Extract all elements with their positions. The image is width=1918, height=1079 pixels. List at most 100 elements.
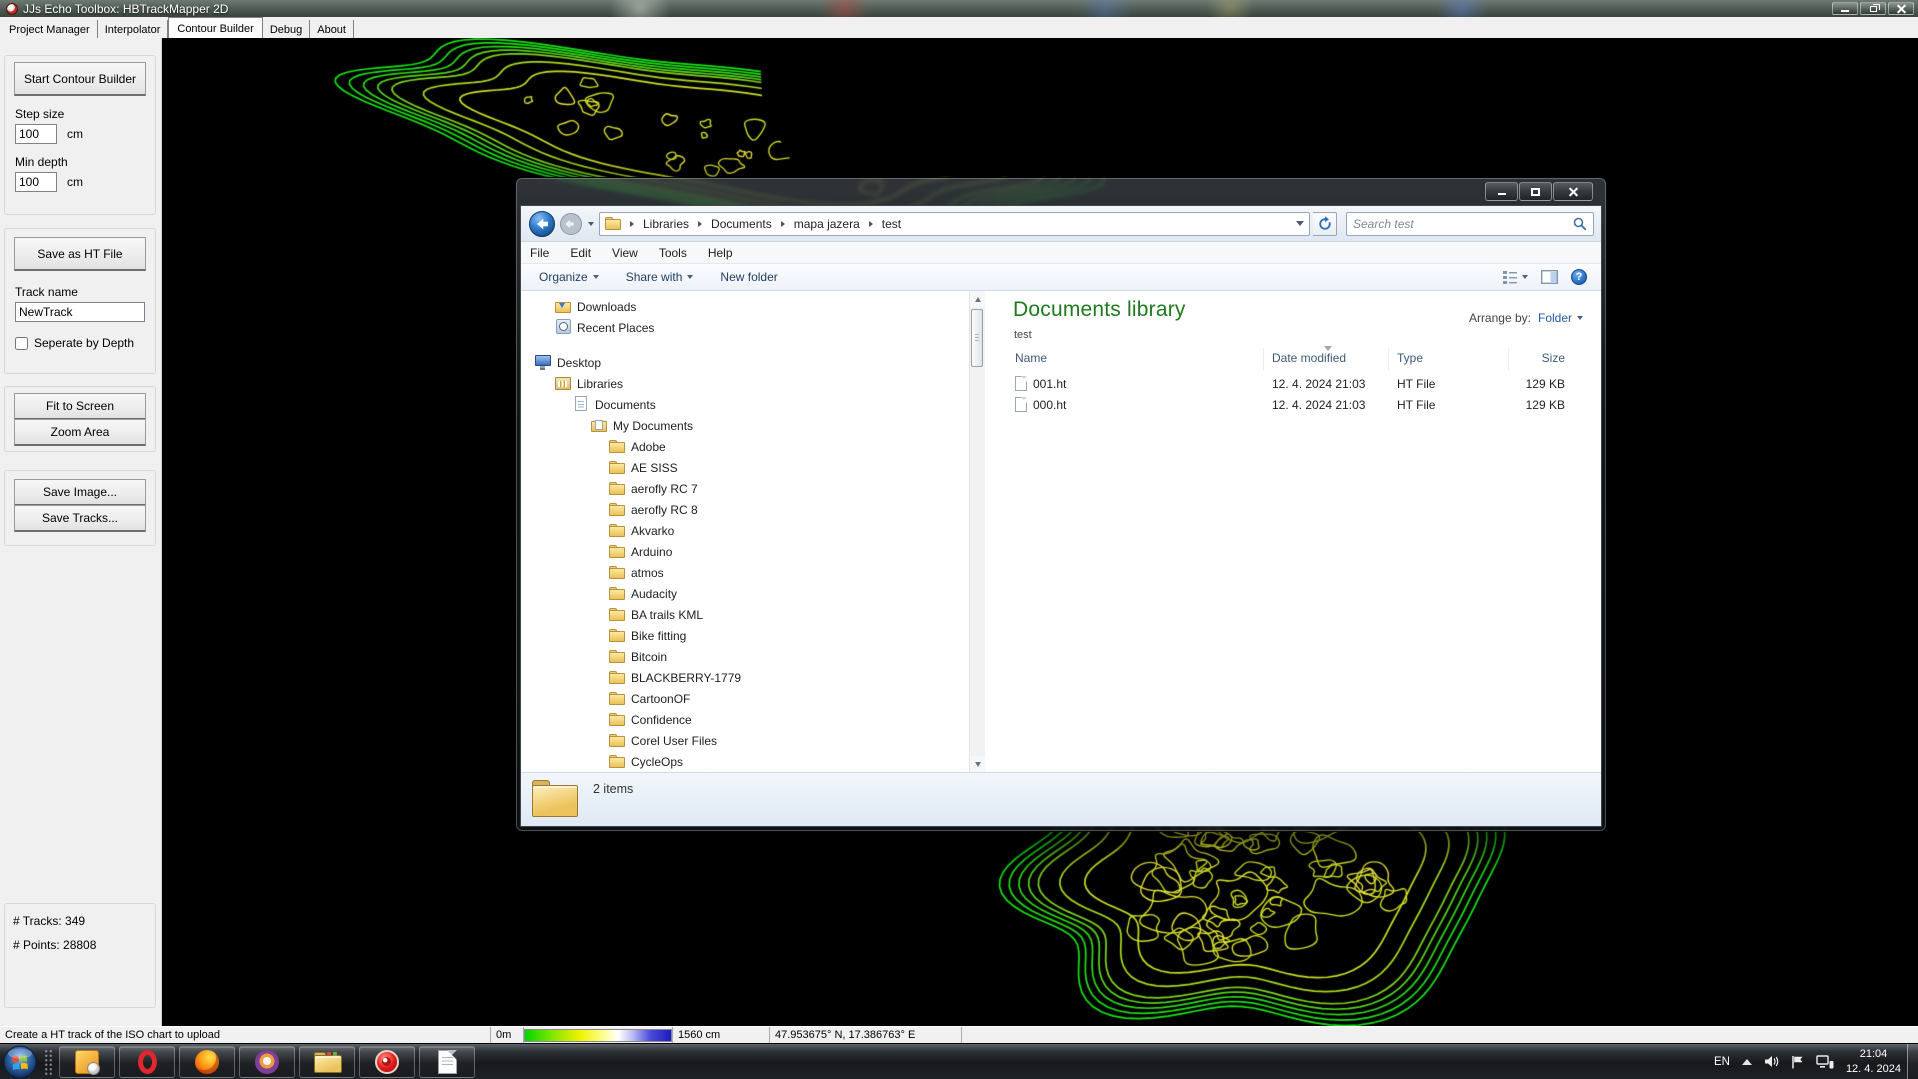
tree-item-ae-siss[interactable]: AE SISS — [521, 457, 985, 478]
search-input[interactable] — [1353, 217, 1573, 231]
tree-item-cycleops[interactable]: CycleOps — [521, 751, 985, 772]
history-dropdown-icon[interactable] — [588, 222, 594, 226]
tree-item-audacity[interactable]: Audacity — [521, 583, 985, 604]
tree-item-desktop[interactable]: Desktop — [521, 352, 985, 373]
start-button[interactable] — [2, 1044, 38, 1079]
tree-item-my-documents[interactable]: My Documents — [521, 415, 985, 436]
share-with-button[interactable]: Share with — [626, 270, 694, 284]
tree-item-blackberry-1779[interactable]: BLACKBERRY-1779 — [521, 667, 985, 688]
refresh-button[interactable] — [1313, 212, 1337, 236]
app-titlebar[interactable]: JJs Echo Toolbox: HBTrackMapper 2D — [0, 0, 1918, 17]
fit-to-screen-button[interactable]: Fit to Screen — [14, 393, 146, 420]
column-date-modified[interactable]: Date modified — [1264, 348, 1389, 370]
menu-help[interactable]: Help — [708, 246, 733, 260]
breadcrumb-mapa-jazera[interactable]: mapa jazera — [792, 217, 862, 231]
show-desktop-button[interactable] — [1907, 1044, 1918, 1079]
search-icon[interactable] — [1573, 217, 1587, 231]
forward-button[interactable] — [559, 212, 583, 236]
taskbar-app-outlook[interactable] — [59, 1046, 115, 1078]
tree-item-ba-trails-kml[interactable]: BA trails KML — [521, 604, 985, 625]
change-view-button[interactable] — [1502, 270, 1528, 284]
show-hidden-icons-icon[interactable] — [1742, 1059, 1752, 1065]
start-contour-builder-button[interactable]: Start Contour Builder — [14, 62, 146, 96]
tree-item-label: aerofly RC 7 — [631, 482, 698, 496]
column-name[interactable]: Name — [1013, 348, 1264, 370]
tray-clock[interactable]: 21:04 12. 4. 2024 — [1846, 1047, 1901, 1076]
tree-item-corel-user-files[interactable]: Corel User Files — [521, 730, 985, 751]
tab-contour-builder[interactable]: Contour Builder — [168, 17, 262, 38]
file-list-pane: Documents library test Arrange by: Folde… — [985, 291, 1601, 772]
scrollbar-thumb[interactable] — [971, 309, 983, 367]
column-date-label: Date modified — [1272, 351, 1346, 365]
tree-item-recent-places[interactable]: Recent Places — [521, 317, 985, 338]
help-button[interactable]: ? — [1571, 269, 1587, 285]
taskbar-app-windows-explorer[interactable] — [299, 1046, 355, 1078]
menu-tools[interactable]: Tools — [659, 246, 687, 260]
explorer-maximize-button[interactable] — [1519, 182, 1552, 201]
taskbar-app-firefox[interactable] — [179, 1046, 235, 1078]
preview-pane-button[interactable] — [1541, 270, 1558, 284]
tab-about[interactable]: About — [310, 20, 354, 38]
taskbar-app-red-circle[interactable] — [359, 1046, 415, 1078]
save-tracks-button[interactable]: Save Tracks... — [14, 505, 146, 532]
tree-item-aerofly-rc-8[interactable]: aerofly RC 8 — [521, 499, 985, 520]
tree-item-atmos[interactable]: atmos — [521, 562, 985, 583]
tree-item-cartoonof[interactable]: CartoonOF — [521, 688, 985, 709]
breadcrumb-documents[interactable]: Documents — [709, 217, 774, 231]
breadcrumb-libraries[interactable]: Libraries — [641, 217, 691, 231]
track-name-input[interactable] — [15, 302, 145, 322]
action-center-flag-icon[interactable] — [1791, 1055, 1804, 1069]
separate-by-depth-checkbox[interactable] — [15, 337, 28, 350]
scrollbar-down-button[interactable] — [970, 756, 985, 772]
arrange-by-dropdown[interactable]: Folder — [1538, 311, 1583, 325]
new-folder-button[interactable]: New folder — [720, 270, 777, 284]
taskbar-grip[interactable] — [44, 1049, 53, 1075]
app-minimize-button[interactable] — [1832, 2, 1858, 15]
save-as-ht-file-button[interactable]: Save as HT File — [14, 237, 146, 271]
scrollbar-up-button[interactable] — [970, 291, 985, 307]
zoom-area-button[interactable]: Zoom Area — [14, 419, 146, 446]
taskbar-app-notepad[interactable] — [419, 1046, 475, 1078]
app-close-button[interactable] — [1888, 2, 1914, 15]
tree-item-documents[interactable]: Documents — [521, 394, 985, 415]
language-indicator[interactable]: EN — [1714, 1056, 1730, 1068]
column-type[interactable]: Type — [1389, 348, 1509, 370]
tree-item-libraries[interactable]: Libraries — [521, 373, 985, 394]
menu-edit[interactable]: Edit — [570, 246, 591, 260]
search-box[interactable] — [1346, 212, 1594, 236]
organize-button[interactable]: Organize — [539, 270, 599, 284]
tab-debug[interactable]: Debug — [263, 20, 310, 38]
column-size[interactable]: Size — [1509, 348, 1571, 370]
taskbar-app-tor-browser[interactable] — [239, 1046, 295, 1078]
tree-item-bitcoin[interactable]: Bitcoin — [521, 646, 985, 667]
tree-item-bike-fitting[interactable]: Bike fitting — [521, 625, 985, 646]
tree-item-confidence[interactable]: Confidence — [521, 709, 985, 730]
app-restore-button[interactable] — [1860, 2, 1886, 15]
tree-scrollbar[interactable] — [969, 291, 985, 772]
tree-item-adobe[interactable]: Adobe — [521, 436, 985, 457]
network-icon[interactable] — [1816, 1055, 1834, 1069]
address-dropdown-icon[interactable] — [1296, 221, 1304, 226]
min-depth-input[interactable] — [15, 172, 57, 192]
file-row-001[interactable]: 001.ht 12. 4. 2024 21:03 HT File 129 KB — [1013, 373, 1579, 394]
restore-icon — [1870, 6, 1877, 12]
file-row-000[interactable]: 000.ht 12. 4. 2024 21:03 HT File 129 KB — [1013, 394, 1579, 415]
address-bar[interactable]: Libraries Documents mapa jazera test — [599, 212, 1310, 236]
volume-icon[interactable] — [1764, 1055, 1779, 1068]
tree-item-downloads[interactable]: Downloads — [521, 296, 985, 317]
details-pane: 2 items — [521, 772, 1601, 826]
menu-view[interactable]: View — [612, 246, 638, 260]
tab-interpolator[interactable]: Interpolator — [98, 20, 169, 38]
explorer-minimize-button[interactable] — [1485, 182, 1518, 201]
breadcrumb-test[interactable]: test — [880, 217, 903, 231]
tree-item-aerofly-rc-7[interactable]: aerofly RC 7 — [521, 478, 985, 499]
tree-item-arduino[interactable]: Arduino — [521, 541, 985, 562]
explorer-close-button[interactable] — [1553, 182, 1593, 201]
taskbar-app-opera[interactable] — [119, 1046, 175, 1078]
tab-project-manager[interactable]: Project Manager — [2, 20, 98, 38]
menu-file[interactable]: File — [530, 246, 549, 260]
back-button[interactable] — [528, 210, 556, 238]
step-size-input[interactable] — [15, 124, 57, 144]
tree-item-akvarko[interactable]: Akvarko — [521, 520, 985, 541]
save-image-button[interactable]: Save Image... — [14, 479, 146, 506]
